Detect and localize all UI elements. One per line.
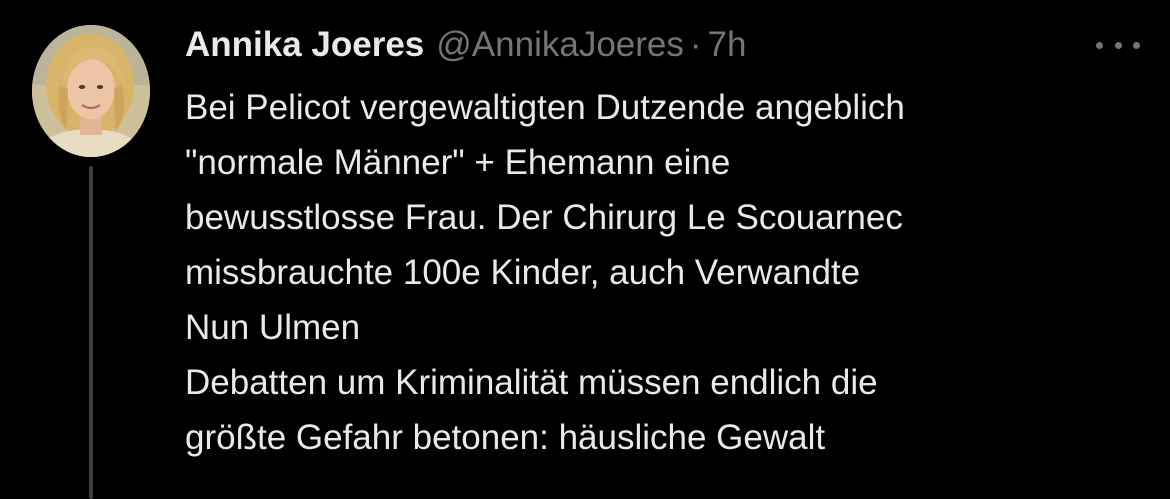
tweet-text-line: "normale Männer" + Ehemann eine — [185, 143, 731, 182]
tweet-text-line: missbrauchte 100e Kinder, auch Verwandte — [185, 253, 861, 292]
more-dot — [1096, 41, 1103, 49]
more-dot — [1133, 41, 1140, 49]
tweet-text: Bei Pelicot vergewaltigten Dutzende ange… — [185, 80, 1145, 465]
tweet-text-line: Debatten um Kriminalität müssen endlich … — [185, 363, 878, 402]
author-name[interactable]: Annika Joeres — [185, 22, 424, 68]
tweet-text-line: größte Gefahr betonen: häusliche Gewalt — [185, 418, 826, 457]
tweet-text-line: bewusstlosse Frau. Der Chirurg Le Scouar… — [185, 198, 903, 237]
tweet-text-line: Nun Ulmen — [185, 308, 361, 347]
tweet[interactable]: Annika Joeres @AnnikaJoeres · 7h Bei Pel… — [0, 0, 1170, 499]
thread-line — [89, 166, 93, 499]
separator-dot: · — [689, 25, 702, 64]
author-handle[interactable]: @AnnikaJoeres — [436, 22, 684, 68]
avatar[interactable] — [32, 25, 150, 157]
profile-photo-icon — [32, 25, 150, 157]
more-options-icon[interactable] — [1096, 38, 1140, 52]
tweet-header: Annika Joeres @AnnikaJoeres · 7h — [185, 22, 746, 68]
tweet-text-line: Bei Pelicot vergewaltigten Dutzende ange… — [185, 88, 905, 127]
tweet-timestamp[interactable]: 7h — [708, 22, 747, 68]
more-dot — [1114, 41, 1122, 49]
